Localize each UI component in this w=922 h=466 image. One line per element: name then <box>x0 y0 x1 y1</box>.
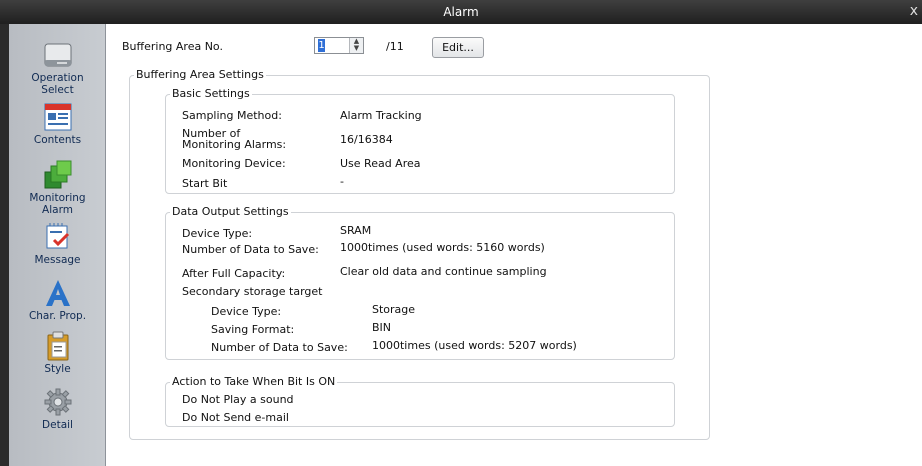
secondary-data-to-save-label: Number of Data to Save: <box>211 341 348 354</box>
sidebar-item-label: Contents <box>33 134 82 146</box>
char-prop-icon <box>43 278 73 308</box>
title-bar: Alarm x <box>0 0 922 24</box>
sidebar-item-label: Detail <box>42 419 73 431</box>
email-action-text: Do Not Send e-mail <box>182 411 289 424</box>
data-to-save-value: 1000times (used words: 5160 words) <box>340 241 545 254</box>
action-settings-group: Action to Take When Bit Is ON Do Not Pla… <box>165 375 675 427</box>
after-full-capacity-label: After Full Capacity: <box>182 267 286 280</box>
message-icon <box>43 222 73 252</box>
sound-action-text: Do Not Play a sound <box>182 393 294 406</box>
monitoring-alarm-icon <box>43 160 73 190</box>
basic-settings-group: Basic Settings Sampling Method: Alarm Tr… <box>165 87 675 194</box>
monitor-icon <box>43 40 73 70</box>
stepper-arrows-icon[interactable]: ▲ ▼ <box>349 38 363 53</box>
monitoring-alarms-value: 16/16384 <box>340 133 393 146</box>
start-bit-label: Start Bit <box>182 177 228 190</box>
sidebar-item-style[interactable]: Style <box>9 331 106 375</box>
saving-format-value: BIN <box>372 321 392 334</box>
group-title: Action to Take When Bit Is ON <box>170 375 338 388</box>
main-content: Buffering Area No. 1 ▲ ▼ /11 Edit... Buff… <box>107 24 922 466</box>
sidebar-item-contents[interactable]: Contents <box>9 102 106 146</box>
data-to-save-label: Number of Data to Save: <box>182 243 319 256</box>
monitoring-alarms-label: Number of Monitoring Alarms: <box>182 127 287 151</box>
buffering-area-stepper[interactable]: 1 ▲ ▼ <box>314 37 364 54</box>
sidebar-item-message[interactable]: Message <box>9 222 106 266</box>
buffering-area-label: Buffering Area No. <box>122 40 223 53</box>
secondary-device-type-value: Storage <box>372 303 416 316</box>
data-output-settings-group: Data Output Settings Device Type: SRAM N… <box>165 205 675 360</box>
sidebar-item-monitoring-alarm[interactable]: Monitoring Alarm <box>9 160 106 216</box>
style-icon <box>43 331 73 361</box>
secondary-storage-title: Secondary storage target <box>182 285 323 298</box>
after-full-capacity-value: Clear old data and continue sampling <box>340 265 547 278</box>
buffering-area-total: /11 <box>386 40 404 53</box>
window-title: Alarm <box>443 5 479 19</box>
group-title: Basic Settings <box>170 87 252 100</box>
sidebar-item-detail[interactable]: Detail <box>9 387 106 431</box>
sidebar-item-label-2: Alarm <box>42 204 73 216</box>
device-type-label: Device Type: <box>182 227 253 240</box>
contents-icon <box>43 102 73 132</box>
saving-format-label: Saving Format: <box>211 323 295 336</box>
sidebar-item-operation-select[interactable]: Operation Select <box>9 40 106 96</box>
group-title: Buffering Area Settings <box>134 68 266 81</box>
secondary-data-to-save-value: 1000times (used words: 5207 words) <box>372 339 577 352</box>
close-icon[interactable]: x <box>910 3 918 19</box>
sampling-method-label: Sampling Method: <box>182 109 282 122</box>
edit-button[interactable]: Edit... <box>432 37 484 58</box>
sidebar-item-label: Message <box>34 254 81 266</box>
monitoring-device-value: Use Read Area <box>340 157 421 170</box>
buffering-area-value[interactable]: 1 <box>318 39 325 52</box>
sampling-method-value: Alarm Tracking <box>340 109 422 122</box>
start-bit-value: - <box>340 175 344 188</box>
buffering-area-settings-group: Buffering Area Settings Basic Settings S… <box>129 68 710 440</box>
sidebar: Operation Select Contents Monitoring Ala… <box>9 24 106 466</box>
sidebar-item-char-prop[interactable]: Char. Prop. <box>9 278 106 322</box>
gear-icon <box>43 387 73 417</box>
sidebar-item-label: Operation <box>31 72 84 84</box>
sidebar-item-label-2: Select <box>41 84 74 96</box>
sidebar-item-label: Monitoring <box>29 192 86 204</box>
sidebar-item-label: Char. Prop. <box>28 310 87 322</box>
group-title: Data Output Settings <box>170 205 291 218</box>
window-left-edge <box>0 24 9 466</box>
device-type-value: SRAM <box>340 224 372 237</box>
sidebar-item-label: Style <box>44 363 71 375</box>
monitoring-device-label: Monitoring Device: <box>182 157 286 170</box>
secondary-device-type-label: Device Type: <box>211 305 282 318</box>
